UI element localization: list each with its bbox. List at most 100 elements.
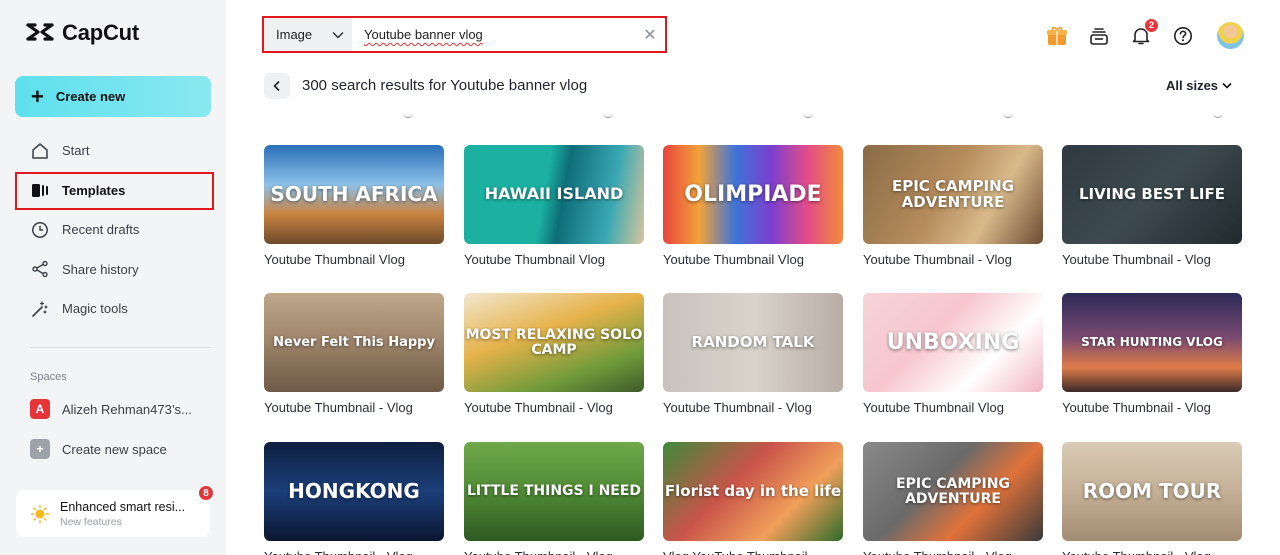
back-button[interactable] [264, 73, 290, 99]
promo-subtitle: New features [60, 515, 122, 528]
scroll-fragment [603, 112, 613, 118]
thumbnail-title: LITTLE THINGS I NEED [466, 483, 642, 500]
spaces-heading: Spaces [30, 371, 67, 383]
sidebar-nav: Start Templates Recent drafts Share hist… [15, 131, 215, 329]
template-thumbnail: UNBOXING [863, 293, 1043, 392]
templates-icon [30, 180, 50, 200]
template-caption: Youtube Thumbnail Vlog [863, 400, 1004, 415]
template-card[interactable]: OLIMPIADE Youtube Thumbnail Vlog [663, 145, 843, 267]
template-thumbnail: HAWAII ISLAND [464, 145, 644, 244]
template-caption: Vlog YouTube Thumbnail [663, 549, 843, 555]
help-icon[interactable] [1171, 24, 1195, 48]
app-name: CapCut [62, 20, 140, 45]
gift-icon[interactable] [1045, 24, 1069, 48]
promo-title: Enhanced smart resi... [60, 499, 186, 514]
promo-badge: 8 [198, 485, 214, 501]
create-new-label: Create new [55, 89, 126, 104]
template-card[interactable]: Never Felt This Happy Youtube Thumbnail -… [264, 293, 444, 415]
sidebar-item-label: Start [62, 143, 90, 159]
scroll-fragment [803, 112, 813, 118]
template-card[interactable]: EPIC CAMPING ADVENTURE Youtube Thumbnail … [863, 145, 1043, 267]
template-thumbnail: OLIMPIADE [663, 145, 843, 244]
sidebar-item-templates[interactable]: Templates [15, 171, 215, 211]
space-name: Alizeh Rehman473’s... [62, 401, 192, 417]
template-caption: Youtube Thumbnail Vlog [663, 252, 804, 267]
template-card[interactable]: LIVING BEST LIFE Youtube Thumbnail - Vlog [1062, 145, 1242, 267]
plus-icon: + [30, 439, 50, 459]
template-thumbnail: LITTLE THINGS I NEED [464, 442, 644, 541]
sidebar-item-start[interactable]: Start [15, 131, 215, 171]
search-type-label: Image [276, 27, 313, 42]
sidebar-item-recent-drafts[interactable]: Recent drafts [15, 210, 215, 250]
template-caption: Youtube Thumbnail - Vlog [464, 400, 613, 415]
sidebar-item-label: Recent drafts [62, 222, 140, 238]
promo-card[interactable]: Enhanced smart resi... New features [16, 490, 210, 537]
notification-bell-icon[interactable]: 2 [1129, 17, 1159, 48]
storage-icon[interactable] [1087, 24, 1111, 48]
sidebar-divider [30, 347, 211, 348]
search-input[interactable]: Youtube banner vlog [352, 27, 635, 42]
sidebar-item-label: Magic tools [62, 301, 128, 317]
avatar[interactable] [1217, 22, 1244, 49]
template-card[interactable]: HAWAII ISLAND Youtube Thumbnail Vlog [464, 145, 644, 267]
chevron-down-icon [1222, 82, 1232, 89]
create-new-space-label: Create new space [62, 441, 167, 457]
template-card[interactable]: MOST RELAXING SOLO CAMP Youtube Thumbnail… [464, 293, 644, 415]
thumbnail-title: MOST RELAXING SOLO CAMP [465, 326, 643, 358]
template-card[interactable]: STAR HUNTING VLOG Youtube Thumbnail - Vlo… [1062, 293, 1242, 415]
template-caption: Youtube Thumbnail - Vlog [863, 252, 1012, 267]
size-filter-dropdown[interactable]: All sizes [1166, 78, 1232, 93]
template-thumbnail: Never Felt This Happy [264, 293, 444, 392]
template-card[interactable]: HONGKONG Youtube Thumbnail - Vlog [264, 442, 444, 555]
template-thumbnail: STAR HUNTING VLOG [1062, 293, 1242, 392]
template-card[interactable]: UNBOXING Youtube Thumbnail Vlog [863, 293, 1043, 415]
plus-icon: + [31, 83, 44, 109]
capcut-logo[interactable]: CapCut [26, 20, 139, 46]
thumbnail-title: ROOM TOUR [1082, 479, 1222, 503]
thumbnail-title: EPIC CAMPING ADVENTURE [891, 176, 1015, 211]
template-thumbnail: MOST RELAXING SOLO CAMP [464, 293, 644, 392]
template-caption: Youtube Thumbnail Vlog [264, 252, 405, 267]
template-card[interactable]: LITTLE THINGS I NEED Youtube Thumbnail - … [464, 442, 644, 555]
sidebar: CapCut + Create new Start Templates Rece… [0, 0, 226, 555]
sidebar-item-label: Share history [62, 261, 139, 277]
sidebar-item-share-history[interactable]: Share history [15, 250, 215, 290]
template-thumbnail: Florist day in the life [663, 442, 843, 541]
space-avatar: A [30, 399, 50, 419]
template-card[interactable]: ROOM TOUR Youtube Thumbnail - Vlog [1062, 442, 1242, 555]
template-caption: Youtube Thumbnail - Vlog [464, 549, 644, 555]
clear-search-icon[interactable]: ✕ [635, 25, 665, 45]
thumbnail-title: SOUTH AFRICA [270, 182, 438, 206]
template-card[interactable]: RANDOM TALK Youtube Thumbnail - Vlog [663, 293, 843, 415]
template-thumbnail: HONGKONG [264, 442, 444, 541]
thumbnail-title: RANDOM TALK [691, 332, 815, 351]
template-thumbnail: EPIC CAMPING ADVENTURE [863, 442, 1043, 541]
scroll-fragment [1003, 112, 1013, 118]
thumbnail-title: LIVING BEST LIFE [1079, 184, 1225, 203]
template-caption: Youtube Thumbnail - Vlog [1062, 252, 1211, 267]
sidebar-item-magic-tools[interactable]: Magic tools [15, 289, 215, 329]
notification-badge: 2 [1144, 17, 1159, 33]
create-new-button[interactable]: + Create new [15, 76, 211, 117]
template-caption: Youtube Thumbnail - Vlog [264, 400, 413, 415]
create-new-space-button[interactable]: + Create new space [30, 439, 167, 459]
home-icon [30, 141, 50, 161]
search-type-dropdown[interactable]: Image [264, 18, 352, 51]
template-thumbnail: ROOM TOUR [1062, 442, 1242, 541]
lightbulb-icon [30, 504, 50, 523]
template-caption: Youtube Thumbnail - Vlog [863, 549, 1043, 555]
thumbnail-title: Florist day in the life [664, 481, 842, 500]
template-card[interactable]: Florist day in the life Vlog YouTube Thum… [663, 442, 843, 555]
chevron-down-icon [332, 31, 344, 39]
thumbnail-title: STAR HUNTING VLOG [1081, 335, 1223, 350]
template-card[interactable]: SOUTH AFRICA Youtube Thumbnail Vlog [264, 145, 444, 267]
thumbnail-title: OLIMPIADE [684, 181, 822, 207]
thumbnail-title: HONGKONG [288, 479, 420, 503]
template-thumbnail: EPIC CAMPING ADVENTURE [863, 145, 1043, 244]
sidebar-item-label: Templates [62, 182, 126, 198]
share-icon [30, 259, 50, 279]
template-card[interactable]: EPIC CAMPING ADVENTURE Youtube Thumbnail … [863, 442, 1043, 555]
thumbnail-title: HAWAII ISLAND [484, 184, 624, 204]
space-item-personal[interactable]: A Alizeh Rehman473’s... [30, 399, 192, 419]
template-caption: Youtube Thumbnail - Vlog [264, 549, 444, 555]
